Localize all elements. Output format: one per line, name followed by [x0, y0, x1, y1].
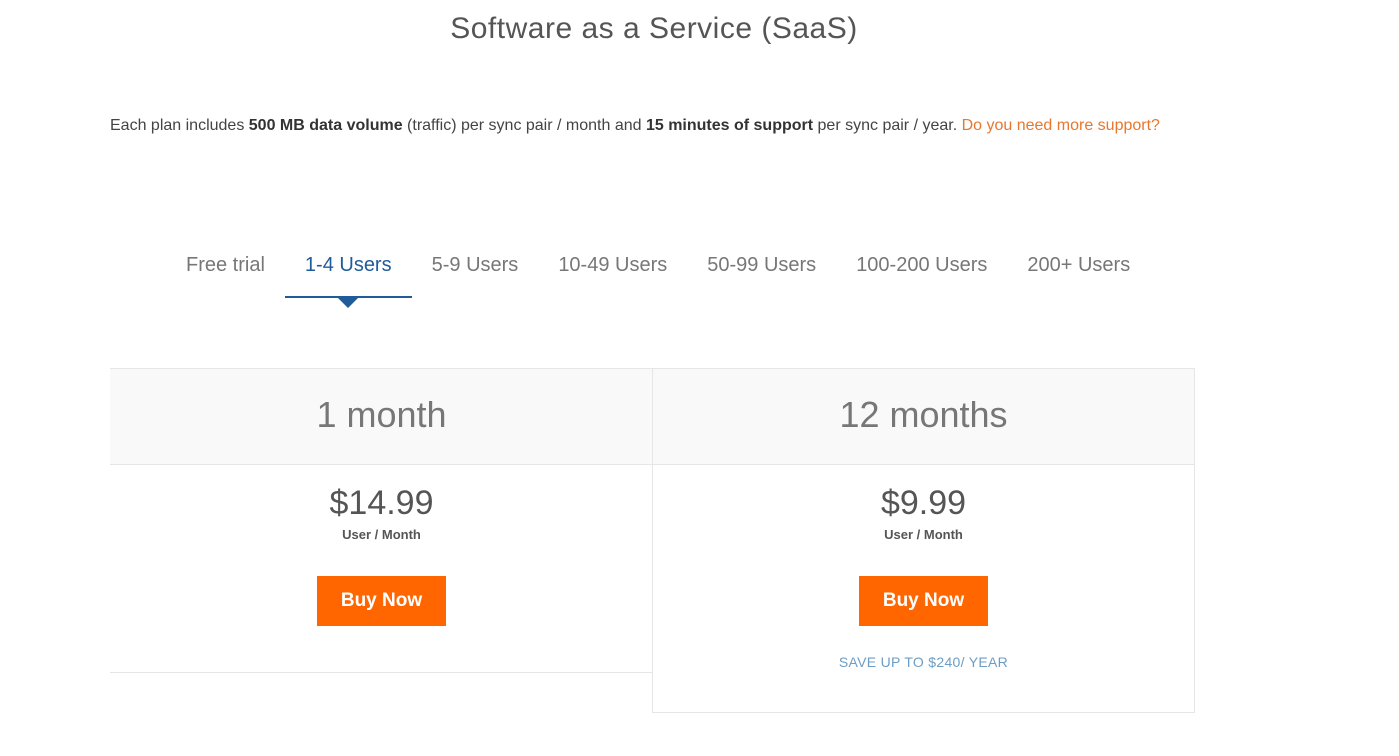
- buy-now-button-1-month[interactable]: Buy Now: [316, 576, 447, 626]
- intro-text-part: Each plan includes: [110, 117, 249, 134]
- more-support-link[interactable]: Do you need more support?: [962, 117, 1160, 134]
- plan-card-1-month: 1 month $14.99 User / Month Buy Now: [110, 368, 653, 673]
- plan-duration: 12 months: [653, 369, 1194, 465]
- buy-now-button-12-months[interactable]: Buy Now: [858, 576, 989, 626]
- intro-support-minutes: 15 minutes of support: [645, 117, 814, 134]
- plan-intro-text: Each plan includes 500 MB data volume (t…: [110, 112, 1200, 140]
- plan-price-unit: User / Month: [884, 527, 963, 542]
- tab-10-49-users[interactable]: 10-49 Users: [538, 238, 687, 298]
- tab-1-4-users[interactable]: 1-4 Users: [284, 238, 412, 308]
- savings-note: SAVE UP TO $240/ YEAR: [838, 654, 1009, 670]
- intro-data-volume: 500 MB data volume: [248, 117, 403, 134]
- plan-price: $9.99: [880, 484, 967, 522]
- intro-text-part: per sync pair / year.: [813, 117, 962, 134]
- tab-50-99-users[interactable]: 50-99 Users: [687, 238, 836, 298]
- plan-price: $14.99: [329, 484, 434, 522]
- tab-100-200-users[interactable]: 100-200 Users: [836, 238, 1007, 298]
- user-tier-tabs: Free trial 1-4 Users 5-9 Users 10-49 Use…: [166, 238, 1150, 308]
- tab-200-plus-users[interactable]: 200+ Users: [1007, 238, 1150, 298]
- tab-free-trial[interactable]: Free trial: [166, 238, 285, 298]
- plan-duration: 1 month: [110, 369, 653, 465]
- tab-5-9-users[interactable]: 5-9 Users: [412, 238, 539, 298]
- plan-card-12-months: 12 months $9.99 User / Month Buy Now SAV…: [652, 368, 1195, 713]
- page-title: Software as a Service (SaaS): [450, 12, 858, 45]
- pricing-page: Software as a Service (SaaS) Each plan i…: [0, 0, 1399, 756]
- plan-price-unit: User / Month: [342, 527, 421, 542]
- intro-text-part: (traffic) per sync pair / month and: [402, 117, 646, 134]
